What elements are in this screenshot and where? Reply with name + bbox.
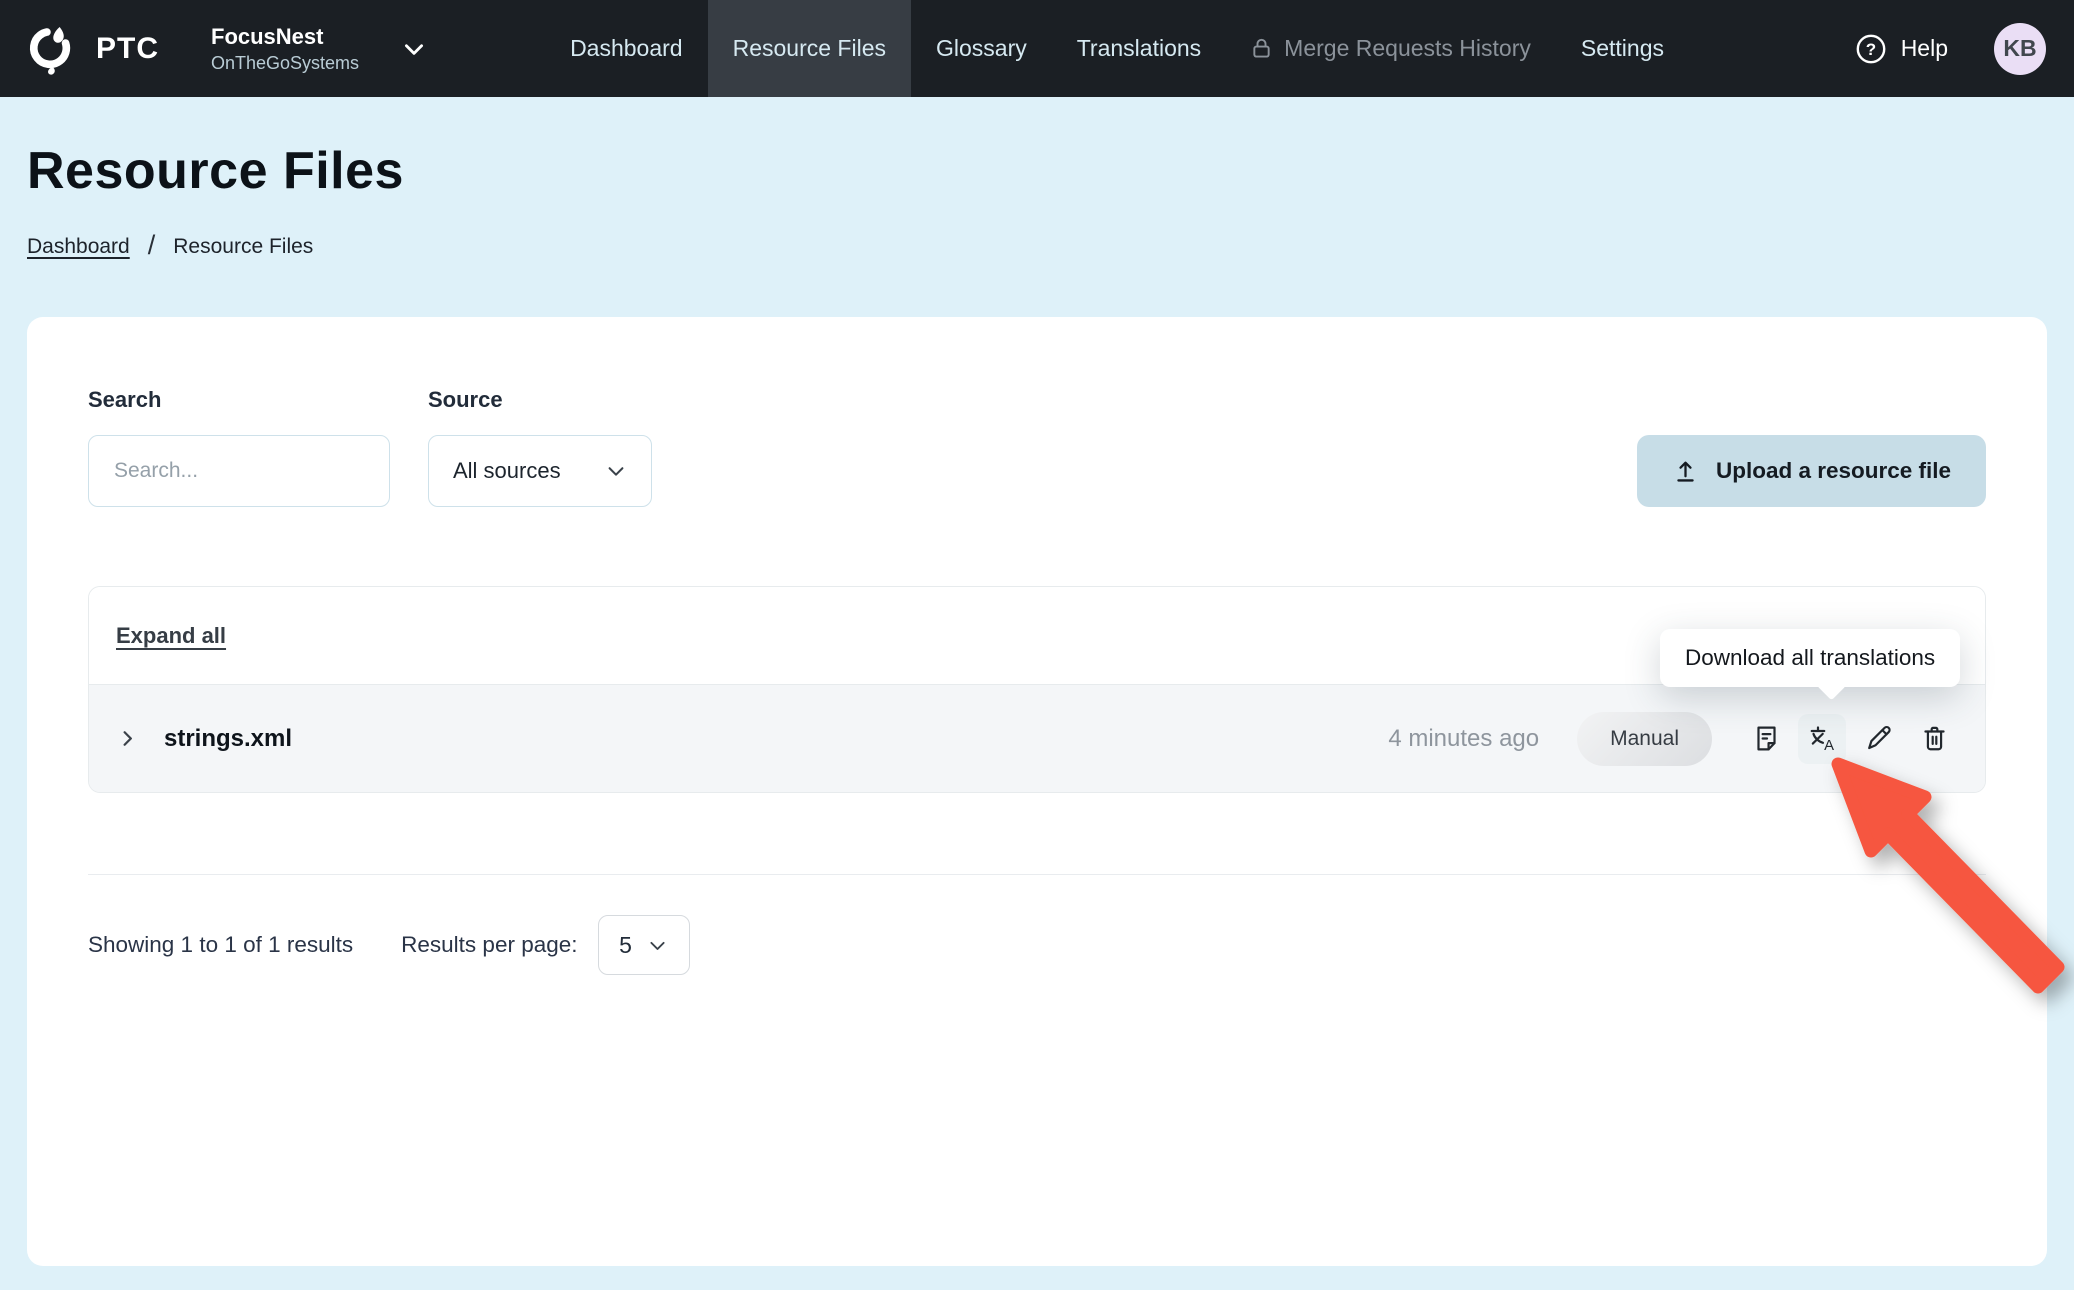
breadcrumb: Dashboard / Resource Files (27, 231, 2047, 262)
delete-button[interactable] (1910, 714, 1958, 764)
upload-button-label: Upload a resource file (1716, 458, 1951, 484)
source-field-group: Source All sources (428, 387, 652, 507)
results-bar: Showing 1 to 1 of 1 results Results per … (88, 915, 1986, 975)
nav-item-label: Resource Files (733, 35, 886, 62)
expand-all-link[interactable]: Expand all (116, 623, 226, 649)
filters-row: Search Source All sources (88, 387, 1986, 507)
search-label: Search (88, 387, 390, 413)
resource-files-card: Search Source All sources (27, 317, 2047, 1266)
svg-text:?: ? (1865, 40, 1875, 59)
chevron-down-icon (605, 460, 627, 482)
breadcrumb-current: Resource Files (173, 235, 313, 259)
nav-item-label: Dashboard (570, 35, 683, 62)
files-table: Expand all strings.xml 4 minutes ago Man… (88, 586, 1986, 793)
upload-icon (1672, 458, 1699, 485)
tooltip-download-all-translations: Download all translations (1660, 629, 1960, 687)
top-navbar: PTC FocusNest OnTheGoSystems Dashboard R… (0, 0, 2074, 97)
file-row-actions: 4 minutes ago Manual (1388, 712, 1958, 766)
nav-right-cluster: ? Help KB (1855, 23, 2046, 75)
notes-icon (1751, 723, 1782, 754)
app-logo[interactable]: PTC (28, 21, 159, 77)
nav-item-resource-files[interactable]: Resource Files (708, 0, 911, 97)
results-per-page-select[interactable]: 5 (598, 915, 690, 975)
nav-item-merge-requests-history: Merge Requests History (1226, 0, 1556, 97)
results-per-page-value: 5 (619, 932, 632, 959)
lock-icon (1251, 36, 1272, 60)
source-select-value: All sources (453, 458, 561, 484)
brand-name: PTC (96, 32, 159, 66)
avatar-initials: KB (2003, 35, 2036, 62)
org-team-name: FocusNest (211, 24, 359, 50)
org-switcher[interactable]: FocusNest OnTheGoSystems (211, 24, 427, 74)
nav-item-translations[interactable]: Translations (1052, 0, 1226, 97)
download-translations-button[interactable]: A (1798, 714, 1846, 764)
nav-item-label: Settings (1581, 35, 1664, 62)
results-summary: Showing 1 to 1 of 1 results (88, 932, 353, 958)
chevron-down-icon (647, 935, 668, 956)
nav-item-label: Merge Requests History (1284, 35, 1531, 62)
page-title: Resource Files (27, 141, 2047, 201)
nav-item-settings[interactable]: Settings (1556, 0, 1689, 97)
help-button[interactable]: ? Help (1855, 33, 1948, 65)
footer-divider (88, 874, 1986, 875)
nav-item-label: Translations (1077, 35, 1201, 62)
file-row[interactable]: strings.xml 4 minutes ago Manual (89, 684, 1985, 792)
nav-item-dashboard[interactable]: Dashboard (545, 0, 708, 97)
org-company-name: OnTheGoSystems (211, 53, 359, 74)
help-question-icon: ? (1855, 33, 1887, 65)
edit-pencil-icon (1863, 723, 1894, 754)
upload-resource-file-button[interactable]: Upload a resource file (1637, 435, 1986, 507)
user-avatar[interactable]: KB (1994, 23, 2046, 75)
nav-item-glossary[interactable]: Glossary (911, 0, 1052, 97)
breadcrumb-dashboard-link[interactable]: Dashboard (27, 235, 130, 259)
source-badge-label: Manual (1610, 727, 1679, 751)
page-content: Resource Files Dashboard / Resource File… (0, 141, 2074, 1266)
results-per-page-label: Results per page: (401, 932, 577, 958)
chevron-down-icon (401, 36, 427, 62)
app-root: PTC FocusNest OnTheGoSystems Dashboard R… (0, 0, 2074, 1290)
delete-trash-icon (1919, 723, 1950, 754)
breadcrumb-separator: / (148, 230, 156, 261)
download-translations-icon: A (1806, 722, 1839, 755)
source-label: Source (428, 387, 652, 413)
row-icon-buttons: A (1742, 714, 1958, 764)
source-badge: Manual (1577, 712, 1712, 766)
notes-button[interactable] (1742, 714, 1790, 764)
nav-item-label: Glossary (936, 35, 1027, 62)
edit-button[interactable] (1854, 714, 1902, 764)
main-nav: Dashboard Resource Files Glossary Transl… (545, 0, 1689, 97)
results-per-page-group: Results per page: 5 (401, 915, 689, 975)
svg-text:A: A (1824, 738, 1834, 754)
ptc-logo-icon (28, 21, 74, 77)
source-select[interactable]: All sources (428, 435, 652, 507)
file-updated-time: 4 minutes ago (1388, 725, 1539, 753)
tooltip-text: Download all translations (1685, 645, 1935, 670)
help-label: Help (1901, 35, 1948, 62)
file-name: strings.xml (164, 725, 292, 753)
search-field-group: Search (88, 387, 390, 507)
chevron-right-icon[interactable] (116, 727, 139, 750)
search-input[interactable] (88, 435, 390, 507)
